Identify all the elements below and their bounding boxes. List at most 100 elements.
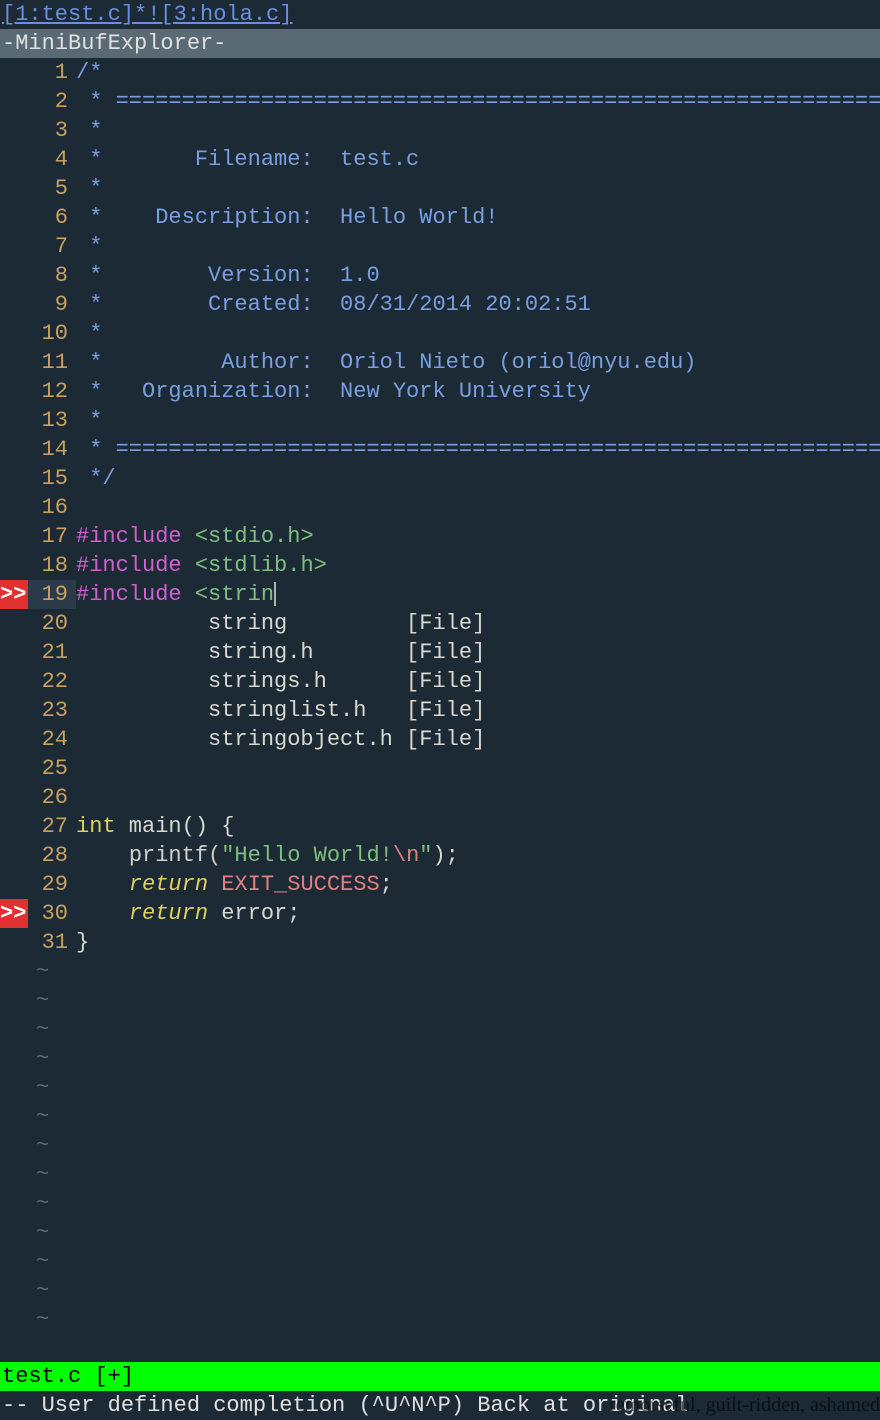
code-content[interactable]: */ bbox=[76, 464, 880, 493]
code-content[interactable] bbox=[76, 783, 880, 812]
code-content[interactable]: * Author: Oriol Nieto (oriol@nyu.edu) bbox=[76, 348, 880, 377]
line-number: 7 bbox=[28, 232, 76, 261]
code-line[interactable]: 6 * Description: Hello World! bbox=[0, 203, 880, 232]
code-content[interactable]: string.h [File] bbox=[76, 638, 880, 667]
tilde-icon: ~ bbox=[36, 1075, 49, 1100]
code-content[interactable]: * Created: 08/31/2014 20:02:51 bbox=[76, 290, 880, 319]
code-content[interactable]: #include <strin bbox=[76, 580, 880, 609]
line-number: 19 bbox=[28, 580, 76, 609]
code-line[interactable]: 3 * bbox=[0, 116, 880, 145]
code-content[interactable]: } bbox=[76, 928, 880, 957]
sign-column bbox=[0, 464, 28, 493]
code-line[interactable]: 29 return EXIT_SUCCESS; bbox=[0, 870, 880, 899]
code-line[interactable]: 16 bbox=[0, 493, 880, 522]
code-line[interactable]: 13 * bbox=[0, 406, 880, 435]
status-line: test.c [+] bbox=[0, 1362, 880, 1391]
completion-item[interactable]: stringobject.h [File] bbox=[76, 727, 485, 752]
completion-item[interactable]: stringlist.h [File] bbox=[76, 698, 485, 723]
code-line[interactable]: 17#include <stdio.h> bbox=[0, 522, 880, 551]
code-line[interactable]: 25 bbox=[0, 754, 880, 783]
code-content[interactable] bbox=[76, 493, 880, 522]
code-content[interactable]: * Description: Hello World! bbox=[76, 203, 880, 232]
code-line[interactable]: >>30 return error; bbox=[0, 899, 880, 928]
tilde-icon: ~ bbox=[36, 1104, 49, 1129]
code-content[interactable]: printf("Hello World!\n"); bbox=[76, 841, 880, 870]
code-content[interactable]: string [File] bbox=[76, 609, 880, 638]
code-line[interactable]: 23 stringlist.h [File] bbox=[0, 696, 880, 725]
sign-column bbox=[0, 232, 28, 261]
code-line[interactable]: 21 string.h [File] bbox=[0, 638, 880, 667]
code-content[interactable]: * bbox=[76, 406, 880, 435]
minibuf-explorer-bar: -MiniBufExplorer- bbox=[0, 29, 880, 58]
sign-column bbox=[0, 754, 28, 783]
code-content[interactable]: * bbox=[76, 116, 880, 145]
code-line[interactable]: >>19#include <strin bbox=[0, 580, 880, 609]
code-content[interactable]: #include <stdio.h> bbox=[76, 522, 880, 551]
code-line[interactable]: 31} bbox=[0, 928, 880, 957]
sign-column bbox=[0, 841, 28, 870]
code-content[interactable]: * bbox=[76, 174, 880, 203]
code-content[interactable]: int main() { bbox=[76, 812, 880, 841]
code-content[interactable]: strings.h [File] bbox=[76, 667, 880, 696]
code-content[interactable]: /* bbox=[76, 58, 880, 87]
code-line[interactable]: 24 stringobject.h [File] bbox=[0, 725, 880, 754]
empty-line: ~ bbox=[0, 1189, 880, 1218]
code-content[interactable]: return error; bbox=[76, 899, 880, 928]
code-content[interactable]: * bbox=[76, 232, 880, 261]
line-number: 3 bbox=[28, 116, 76, 145]
sign-column bbox=[0, 87, 28, 116]
code-line[interactable]: 11 * Author: Oriol Nieto (oriol@nyu.edu) bbox=[0, 348, 880, 377]
sign-column bbox=[0, 261, 28, 290]
code-line[interactable]: 10 * bbox=[0, 319, 880, 348]
buffer-tabs[interactable]: [1:test.c]*![3:hola.c] bbox=[0, 0, 880, 29]
code-line[interactable]: 2 * ====================================… bbox=[0, 87, 880, 116]
error-sign-icon: >> bbox=[0, 580, 28, 609]
code-line[interactable]: 27int main() { bbox=[0, 812, 880, 841]
code-content[interactable]: * Filename: test.c bbox=[76, 145, 880, 174]
sign-column bbox=[0, 58, 28, 87]
sign-column bbox=[0, 551, 28, 580]
code-content[interactable]: * ======================================… bbox=[76, 435, 880, 464]
code-line[interactable]: 22 strings.h [File] bbox=[0, 667, 880, 696]
completion-item[interactable]: string [File] bbox=[76, 611, 485, 636]
code-line[interactable]: 1/* bbox=[0, 58, 880, 87]
code-content[interactable] bbox=[76, 754, 880, 783]
code-content[interactable]: * ======================================… bbox=[76, 87, 880, 116]
completion-item[interactable]: string.h [File] bbox=[76, 640, 485, 665]
code-line[interactable]: 15 */ bbox=[0, 464, 880, 493]
sign-column bbox=[0, 174, 28, 203]
line-number: 2 bbox=[28, 87, 76, 116]
code-line[interactable]: 18#include <stdlib.h> bbox=[0, 551, 880, 580]
code-content[interactable]: * bbox=[76, 319, 880, 348]
code-line[interactable]: 20 string [File] bbox=[0, 609, 880, 638]
tilde-icon: ~ bbox=[36, 1046, 49, 1071]
code-content[interactable]: stringlist.h [File] bbox=[76, 696, 880, 725]
sign-column bbox=[0, 348, 28, 377]
sign-column bbox=[0, 290, 28, 319]
code-line[interactable]: 7 * bbox=[0, 232, 880, 261]
tilde-icon: ~ bbox=[36, 1162, 49, 1187]
editor-area[interactable]: 1/*2 * =================================… bbox=[0, 58, 880, 1362]
empty-line: ~ bbox=[0, 1102, 880, 1131]
code-line[interactable]: 14 * ===================================… bbox=[0, 435, 880, 464]
code-line[interactable]: 28 printf("Hello World!\n"); bbox=[0, 841, 880, 870]
code-content[interactable]: return EXIT_SUCCESS; bbox=[76, 870, 880, 899]
code-content[interactable]: #include <stdlib.h> bbox=[76, 551, 880, 580]
tilde-icon: ~ bbox=[36, 1220, 49, 1245]
code-content[interactable]: * Version: 1.0 bbox=[76, 261, 880, 290]
code-line[interactable]: 8 * Version: 1.0 bbox=[0, 261, 880, 290]
line-number: 8 bbox=[28, 261, 76, 290]
code-content[interactable]: stringobject.h [File] bbox=[76, 725, 880, 754]
sign-column bbox=[0, 522, 28, 551]
code-line[interactable]: 26 bbox=[0, 783, 880, 812]
code-content[interactable]: * Organization: New York University bbox=[76, 377, 880, 406]
line-number: 12 bbox=[28, 377, 76, 406]
code-line[interactable]: 4 * Filename: test.c bbox=[0, 145, 880, 174]
completion-item[interactable]: strings.h [File] bbox=[76, 669, 485, 694]
code-line[interactable]: 9 * Created: 08/31/2014 20:02:51 bbox=[0, 290, 880, 319]
code-line[interactable]: 12 * Organization: New York University bbox=[0, 377, 880, 406]
empty-line: ~ bbox=[0, 1073, 880, 1102]
line-number: 14 bbox=[28, 435, 76, 464]
line-number: 6 bbox=[28, 203, 76, 232]
code-line[interactable]: 5 * bbox=[0, 174, 880, 203]
